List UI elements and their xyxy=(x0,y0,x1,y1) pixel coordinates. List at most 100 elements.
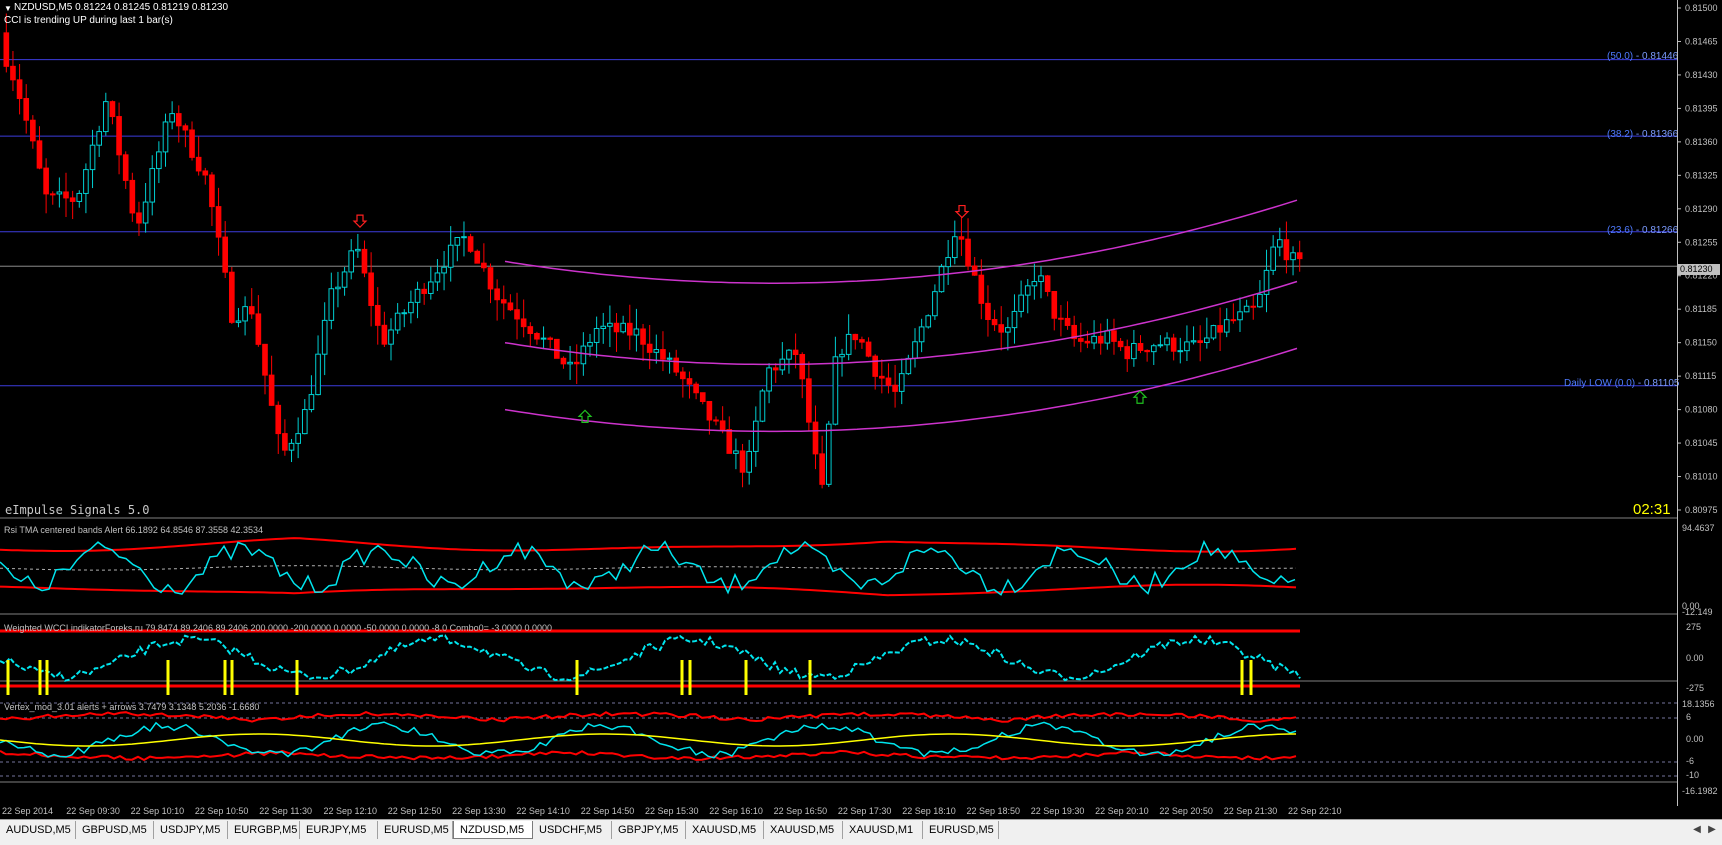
candle-body xyxy=(633,328,640,336)
candle-body xyxy=(706,400,713,421)
candle-body xyxy=(328,288,335,321)
time-axis-label: 22 Sep 10:10 xyxy=(130,806,185,816)
candle-body xyxy=(1124,346,1131,360)
candle-body xyxy=(1038,275,1044,283)
candle-body xyxy=(752,420,759,452)
candle-body xyxy=(514,309,520,320)
candle-body xyxy=(593,328,600,343)
candle-body xyxy=(1296,252,1303,260)
candle-body xyxy=(368,272,374,306)
candle-body xyxy=(189,129,195,158)
candle-body xyxy=(1091,335,1097,344)
candle-body xyxy=(1111,330,1117,342)
candle-body xyxy=(607,322,613,327)
vertex-title: Vertex_mod_3.01 alerts + arrows 3.7479 3… xyxy=(4,702,260,712)
vertex-lower-band xyxy=(0,749,1297,762)
chart-tab-eurusd-m5[interactable]: EURUSD,M5 xyxy=(378,821,453,839)
chart-tab-audusd-m5[interactable]: AUDUSD,M5 xyxy=(0,821,76,839)
candle-body xyxy=(1276,239,1283,248)
candle-body xyxy=(414,288,421,303)
wcci-axis-mid: 0.00 xyxy=(1686,653,1704,663)
candle-body xyxy=(56,191,63,195)
candle-body xyxy=(262,343,268,376)
candle-body xyxy=(1184,341,1190,352)
brand-label: eImpulse Signals 5.0 xyxy=(5,503,150,517)
candle-body xyxy=(215,206,222,238)
candle-body xyxy=(441,266,447,274)
candle-body xyxy=(534,332,540,340)
candle-body xyxy=(1190,340,1197,343)
chart-canvas[interactable]: 0.815000.814650.814300.813950.813600.813… xyxy=(0,0,1722,806)
wcci-axis-top: 275 xyxy=(1686,622,1702,632)
buy-arrow-shape xyxy=(1132,390,1148,404)
rsi-panel xyxy=(0,537,1297,597)
candle-body xyxy=(640,328,646,345)
tabs-scroll-right-icon[interactable]: ▶ xyxy=(1705,822,1719,838)
candle-body xyxy=(1117,340,1124,348)
candle-body xyxy=(275,404,282,435)
vertex-axis-1: 6 xyxy=(1686,712,1692,722)
candle-body xyxy=(1197,340,1204,344)
wcci-title: Weighted WCCI indikatorForeks.ru 79.8474… xyxy=(4,623,552,633)
chart-tab-xauusd-m5[interactable]: XAUUSD,M5 xyxy=(686,821,764,839)
time-axis-label: 22 Sep 18:10 xyxy=(902,806,956,816)
candle-body xyxy=(905,357,912,375)
candle-body xyxy=(819,453,825,485)
candle-body xyxy=(63,191,69,199)
chart-tab-usdchf-m5[interactable]: USDCHF,M5 xyxy=(533,821,612,839)
candle-body xyxy=(374,304,381,326)
chart-tab-eurgbp-m5[interactable]: EURGBP,M5 xyxy=(228,821,300,839)
candle-body xyxy=(268,374,275,406)
time-axis-label: 22 Sep 14:10 xyxy=(516,806,570,816)
time-axis-label: 22 Sep 12:50 xyxy=(387,806,442,816)
candle-body xyxy=(394,312,401,331)
candle-body xyxy=(1250,305,1257,308)
candle-body xyxy=(892,384,898,392)
candle-body xyxy=(235,320,242,323)
candle-body xyxy=(500,299,507,304)
candle-body xyxy=(626,322,633,336)
candle-body xyxy=(573,361,580,365)
candle-body xyxy=(852,333,859,341)
time-axis-label: 22 Sep 12:10 xyxy=(323,806,378,816)
candle-body xyxy=(985,302,991,321)
candle-body xyxy=(580,345,587,365)
candle-body xyxy=(195,156,202,172)
candle-body xyxy=(162,121,169,153)
candle-body xyxy=(918,326,925,343)
time-axis-label: 22 Sep 13:30 xyxy=(452,806,506,816)
time-axis-label: 22 Sep 21:30 xyxy=(1223,806,1278,816)
candle-body xyxy=(116,116,122,156)
candle-body xyxy=(673,357,680,373)
candle-body xyxy=(1223,319,1230,333)
candle-body xyxy=(1204,337,1210,344)
candle-body xyxy=(175,113,182,127)
chart-tab-eurusd-m5[interactable]: EURUSD,M5 xyxy=(923,821,999,839)
candle-body xyxy=(89,144,96,171)
candle-body xyxy=(308,394,315,411)
chart-tab-xauusd-m5[interactable]: XAUUSD,M5 xyxy=(764,821,843,839)
candle-body xyxy=(965,238,971,267)
chart-tab-gbpusd-m5[interactable]: GBPUSD,M5 xyxy=(76,821,154,839)
candle-body xyxy=(474,250,481,264)
candle-body xyxy=(825,423,832,485)
candle-body xyxy=(301,409,308,435)
chart-tab-nzdusd-m5[interactable]: NZDUSD,M5 xyxy=(453,821,533,839)
candle-body xyxy=(759,390,766,422)
sell-arrow-shape xyxy=(352,214,368,228)
time-axis-label: 22 Sep 14:50 xyxy=(580,806,635,816)
candle-body xyxy=(315,353,321,396)
candle-body xyxy=(255,313,262,345)
candle-body xyxy=(1011,310,1018,329)
candle-body xyxy=(202,170,209,176)
chart-tab-gbpjpy-m5[interactable]: GBPJPY,M5 xyxy=(612,821,686,839)
chart-tab-usdjpy-m5[interactable]: USDJPY,M5 xyxy=(154,821,228,839)
candle-body xyxy=(620,322,626,333)
chart-menu-icon[interactable]: ▼ xyxy=(4,4,12,13)
candle-body xyxy=(845,333,852,355)
chart-tab-eurjpy-m5[interactable]: EURJPY,M5 xyxy=(300,821,378,839)
chart-tab-xauusd-m1[interactable]: XAUUSD,M1 xyxy=(843,821,923,839)
candle-body xyxy=(1097,335,1104,344)
candle-body xyxy=(865,341,872,357)
tabs-scroll-left-icon[interactable]: ◀ xyxy=(1690,822,1704,838)
